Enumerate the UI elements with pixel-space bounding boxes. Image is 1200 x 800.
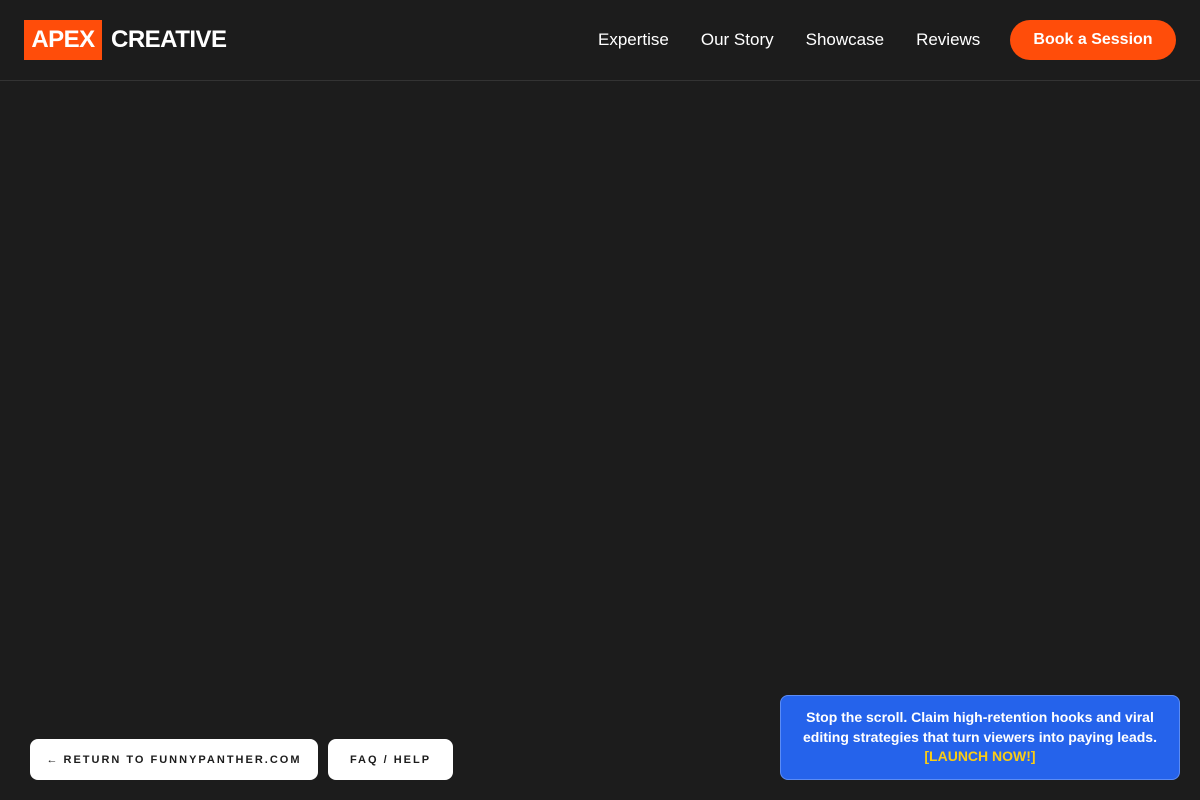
- launch-now-link[interactable]: [LAUNCH NOW!]: [924, 748, 1035, 764]
- nav-link-our-story[interactable]: Our Story: [701, 30, 774, 50]
- brand-logo[interactable]: APEX CREATIVE: [24, 20, 227, 60]
- site-header: APEX CREATIVE Expertise Our Story Showca…: [0, 0, 1200, 81]
- logo-wordmark: CREATIVE: [111, 26, 227, 53]
- faq-help-button[interactable]: FAQ / HELP: [328, 739, 453, 780]
- promo-banner: Stop the scroll. Claim high-retention ho…: [780, 695, 1180, 780]
- arrow-left-icon: ←: [46, 753, 58, 766]
- return-button-label: RETURN TO FUNNYPANTHER.COM: [63, 753, 302, 766]
- promo-text: Stop the scroll. Claim high-retention ho…: [803, 709, 1157, 745]
- nav-link-showcase[interactable]: Showcase: [806, 30, 884, 50]
- nav-link-reviews[interactable]: Reviews: [916, 30, 980, 50]
- main-nav: Expertise Our Story Showcase Reviews: [598, 20, 1012, 60]
- return-to-site-button[interactable]: ← RETURN TO FUNNYPANTHER.COM: [30, 739, 318, 780]
- book-session-button[interactable]: Book a Session: [1010, 20, 1176, 60]
- logo-badge: APEX: [24, 20, 102, 60]
- nav-link-expertise[interactable]: Expertise: [598, 30, 669, 50]
